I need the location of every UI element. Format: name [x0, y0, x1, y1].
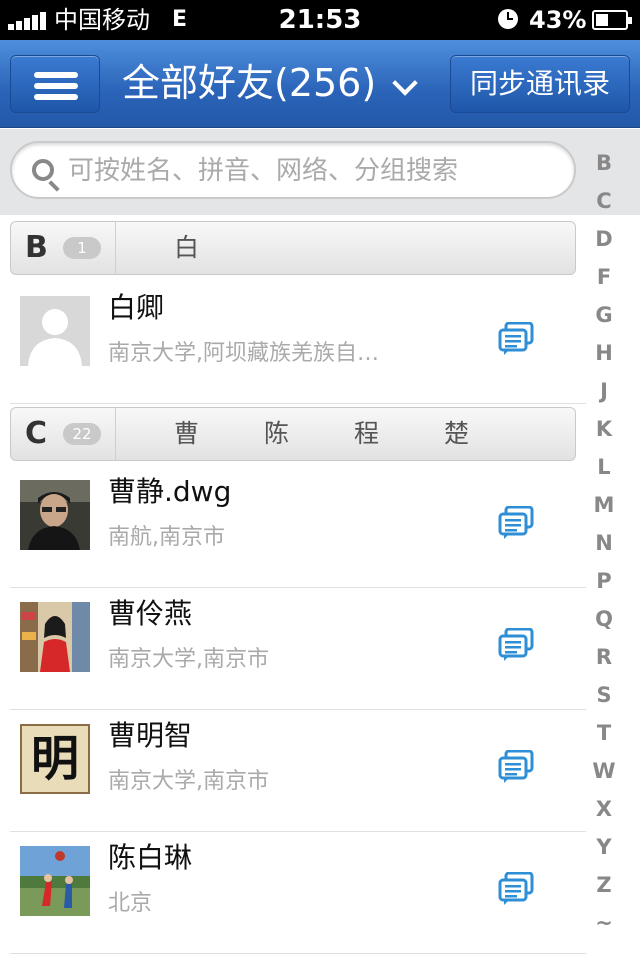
section-letter: C: [25, 416, 48, 451]
surname-index: 曹 陈 程 楚: [116, 408, 576, 460]
alphabet-index-letter[interactable]: J: [586, 376, 622, 414]
contact-detail: 南京大学,阿坝藏族羌族自…: [108, 341, 379, 366]
avatar: [20, 296, 90, 366]
surname-index-item[interactable]: 陈: [264, 408, 289, 460]
alphabet-index-letter[interactable]: Y: [586, 832, 622, 870]
contact-name: 曹伶燕: [108, 597, 193, 630]
section-count-badge: 22: [63, 423, 101, 445]
menu-button[interactable]: [10, 55, 100, 113]
nav-bar: 全部好友(256) 同步通讯录: [0, 40, 640, 128]
contact-name: 曹明智: [108, 719, 193, 752]
alphabet-index-letter[interactable]: ~: [586, 908, 622, 946]
alphabet-index-letter[interactable]: L: [586, 452, 622, 490]
alphabet-index-letter[interactable]: K: [586, 414, 622, 452]
alphabet-index-letter[interactable]: C: [586, 186, 622, 224]
alphabet-index-letter[interactable]: H: [586, 338, 622, 376]
contact-detail: 北京: [108, 891, 153, 916]
surname-index: 白: [116, 222, 576, 274]
alarm-clock-icon: [498, 9, 518, 29]
battery-percent: 43%: [529, 6, 587, 34]
contact-detail: 南航,南京市: [108, 525, 225, 550]
alphabet-index-letter[interactable]: Q: [586, 604, 622, 642]
alphabet-index-letter[interactable]: R: [586, 642, 622, 680]
contact-row[interactable]: 曹静.dwg 南航,南京市: [10, 466, 586, 588]
surname-index-item[interactable]: 曹: [174, 408, 199, 460]
status-bar: 中国移动 E 21:53 43%: [0, 0, 640, 40]
alphabet-index-letter[interactable]: Z: [586, 870, 622, 908]
avatar: [20, 602, 90, 672]
surname-index-item[interactable]: 程: [354, 408, 379, 460]
chevron-down-icon[interactable]: [392, 70, 418, 96]
sync-contacts-button[interactable]: 同步通讯录: [450, 55, 630, 113]
message-icon[interactable]: [498, 872, 534, 906]
battery-icon: [592, 10, 632, 30]
contact-name: 曹静.dwg: [108, 475, 232, 508]
alphabet-index-letter[interactable]: N: [586, 528, 622, 566]
message-icon[interactable]: [498, 628, 534, 662]
contact-name: 陈白琳: [108, 841, 193, 874]
alphabet-index-letter[interactable]: T: [586, 718, 622, 756]
section-letter: B: [25, 230, 48, 265]
avatar: 明: [20, 724, 90, 794]
contact-row[interactable]: 明 曹明智 南京大学,南京市: [10, 710, 586, 832]
surname-index-item[interactable]: 楚: [444, 408, 469, 460]
contact-row[interactable]: 曹伶燕 南京大学,南京市: [10, 588, 586, 710]
contact-row[interactable]: 陈白琳 北京: [10, 832, 586, 954]
alphabet-index-letter[interactable]: B: [586, 148, 622, 186]
message-icon[interactable]: [498, 322, 534, 356]
message-icon[interactable]: [498, 506, 534, 540]
section-header-b: B 1 白: [10, 221, 576, 275]
alphabet-index-letter[interactable]: X: [586, 794, 622, 832]
search-field[interactable]: [10, 141, 576, 199]
section-header-c: C 22 曹 陈 程 楚: [10, 407, 576, 461]
contact-detail: 南京大学,南京市: [108, 769, 269, 794]
search-icon: [32, 159, 54, 181]
contact-name: 白卿: [108, 291, 165, 324]
avatar-calligraphy-char: 明: [30, 731, 79, 787]
contact-row[interactable]: 白卿 南京大学,阿坝藏族羌族自…: [10, 282, 586, 404]
alphabet-index-letter[interactable]: F: [586, 262, 622, 300]
alphabet-index-letter[interactable]: D: [586, 224, 622, 262]
avatar: [20, 846, 90, 916]
alphabet-index[interactable]: B C D F G H J K L M N P Q R S T W X Y Z ~: [586, 148, 622, 946]
surname-index-item[interactable]: 白: [174, 222, 199, 274]
search-bar: [0, 129, 640, 215]
friends-filter-title[interactable]: 全部好友(256): [122, 55, 376, 111]
search-input[interactable]: [68, 151, 558, 191]
avatar: [20, 480, 90, 550]
contact-detail: 南京大学,南京市: [108, 647, 269, 672]
alphabet-index-letter[interactable]: W: [586, 756, 622, 794]
alphabet-index-letter[interactable]: P: [586, 566, 622, 604]
alphabet-index-letter[interactable]: G: [586, 300, 622, 338]
alphabet-index-letter[interactable]: M: [586, 490, 622, 528]
message-icon[interactable]: [498, 750, 534, 784]
section-count-badge: 1: [63, 237, 101, 259]
alphabet-index-letter[interactable]: S: [586, 680, 622, 718]
